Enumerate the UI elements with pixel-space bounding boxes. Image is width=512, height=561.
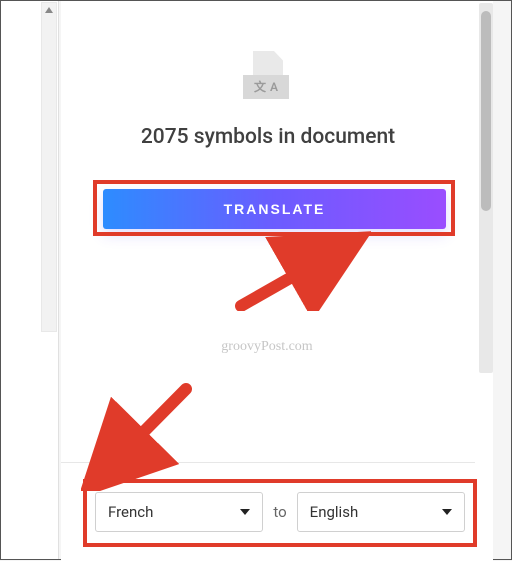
- watermark-text: groovyPost.com: [61, 339, 473, 355]
- symbol-count-text: 2075 symbols in document: [61, 125, 475, 149]
- translate-button[interactable]: TRANSLATE: [103, 189, 446, 229]
- language-row: French to English: [95, 492, 465, 532]
- divider: [61, 462, 475, 463]
- target-language-select[interactable]: English: [297, 492, 465, 532]
- vertical-scrollbar-right[interactable]: [479, 3, 493, 373]
- chevron-down-icon: [240, 509, 250, 515]
- chevron-down-icon: [442, 509, 452, 515]
- language-separator: to: [273, 503, 286, 521]
- translate-panel: 文 A 2075 symbols in document TRANSLATE g…: [61, 1, 493, 561]
- translate-file-icon: 文 A: [240, 51, 296, 107]
- translate-glyph-source: 文: [254, 81, 266, 93]
- target-language-value: English: [310, 503, 359, 521]
- scrollbar-thumb[interactable]: [481, 11, 491, 211]
- source-language-select[interactable]: French: [95, 492, 263, 532]
- scroll-up-icon: [45, 7, 53, 13]
- vertical-scrollbar-left[interactable]: [41, 2, 57, 332]
- source-language-value: French: [108, 503, 153, 521]
- left-gutter: [1, 1, 59, 559]
- translate-glyph-target: A: [270, 81, 278, 93]
